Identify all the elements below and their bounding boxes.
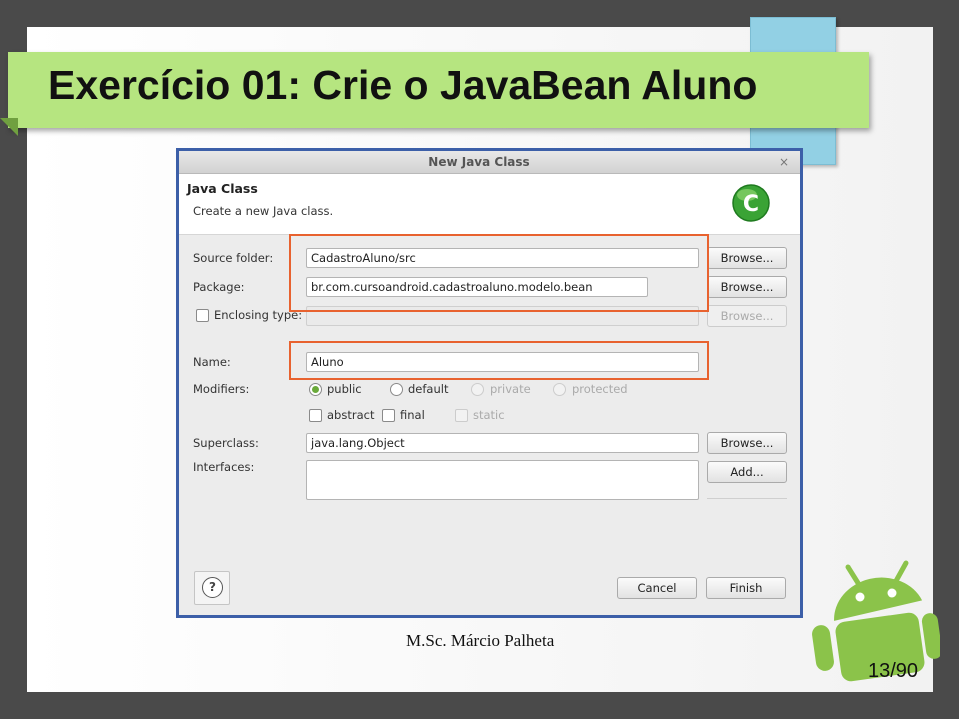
highlight-name-box [289,341,709,380]
private-label: private [490,382,531,396]
source-folder-browse-button[interactable]: Browse... [707,247,787,269]
help-icon: ? [202,577,223,598]
default-label: default [408,382,449,396]
finish-button[interactable]: Finish [706,577,786,599]
dialog-title: New Java Class [428,155,530,169]
header-title: Java Class [187,181,258,196]
public-label: public [327,382,362,396]
button-column-divider [707,498,787,499]
help-button[interactable]: ? [194,571,230,605]
header-subtitle: Create a new Java class. [193,204,334,218]
protected-radio [553,383,566,396]
superclass-input[interactable]: java.lang.Object [306,433,699,453]
close-icon[interactable]: × [779,155,789,169]
banner-fold [0,118,18,136]
package-browse-button[interactable]: Browse... [707,276,787,298]
superclass-browse-button[interactable]: Browse... [707,432,787,454]
java-class-c-icon: C [732,184,770,222]
interfaces-label: Interfaces: [193,460,255,474]
private-radio [471,383,484,396]
default-radio[interactable] [390,383,403,396]
slide-footer-author: M.Sc. Márcio Palheta [406,631,555,650]
interfaces-list[interactable] [306,460,699,500]
cancel-button[interactable]: Cancel [617,577,697,599]
final-checkbox[interactable] [382,409,395,422]
public-radio[interactable] [309,383,322,396]
dialog-header: Java Class Create a new Java class. C [179,174,800,235]
abstract-checkbox[interactable] [309,409,322,422]
superclass-label: Superclass: [193,436,259,450]
dialog-screenshot: New Java Class × Java Class Create a new… [176,148,803,618]
static-label: static [473,408,505,422]
abstract-label: abstract [327,408,375,422]
final-label: final [400,408,425,422]
slide-title: Exercício 01: Crie o JavaBean Aluno [48,62,758,108]
package-label: Package: [193,280,245,294]
dialog-titlebar: New Java Class × [179,151,800,174]
name-label: Name: [193,355,231,369]
protected-label: protected [572,382,628,396]
highlight-package-box [289,234,709,312]
modifiers-label: Modifiers: [193,382,250,396]
enclosing-type-checkbox[interactable] [196,309,209,322]
page-number: 13/90 [868,660,919,682]
static-checkbox [455,409,468,422]
svg-text:C: C [743,192,759,217]
add-interface-button[interactable]: Add... [707,461,787,483]
enclosing-type-browse-button: Browse... [707,305,787,327]
source-folder-label: Source folder: [193,251,274,265]
